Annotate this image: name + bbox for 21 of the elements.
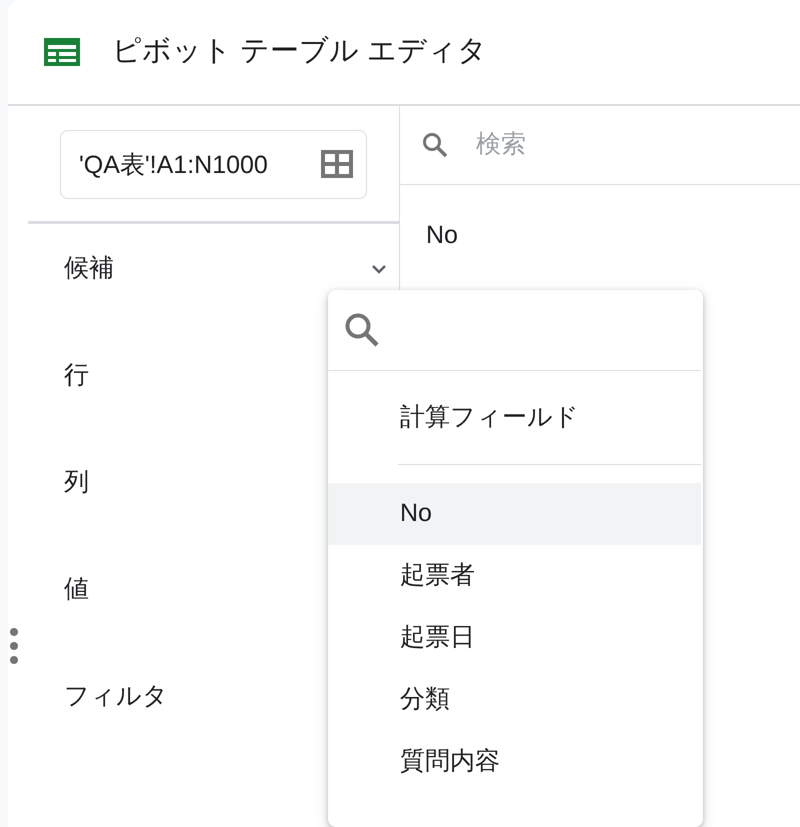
table-icon: [44, 38, 80, 66]
dropdown-item[interactable]: 質問内容: [328, 731, 701, 793]
range-field[interactable]: 'QA表'!A1:N1000: [60, 130, 367, 199]
section-label: フィルタ: [64, 680, 168, 712]
chevron-down-icon[interactable]: [371, 264, 387, 274]
panel-title: ピボット テーブル エディタ: [112, 34, 488, 70]
grid-select-icon[interactable]: [321, 150, 353, 178]
dropdown-item[interactable]: 起票者: [328, 545, 701, 607]
dropdown-item[interactable]: No: [328, 483, 701, 545]
search-icon: [422, 132, 448, 158]
search-field[interactable]: 検索: [474, 125, 800, 165]
section-label: 列: [64, 466, 89, 498]
dropdown-item[interactable]: 起票日: [328, 607, 701, 669]
calculated-field-item[interactable]: 計算フィールド: [328, 371, 703, 464]
search-icon: [344, 312, 380, 348]
drag-handle-icon[interactable]: [10, 628, 18, 664]
section-label: 値: [64, 574, 89, 605]
dropdown-item[interactable]: 分類: [328, 669, 701, 731]
section-label: 行: [64, 360, 89, 391]
field-item[interactable]: No: [400, 185, 800, 254]
section-label: 候補: [64, 252, 114, 284]
